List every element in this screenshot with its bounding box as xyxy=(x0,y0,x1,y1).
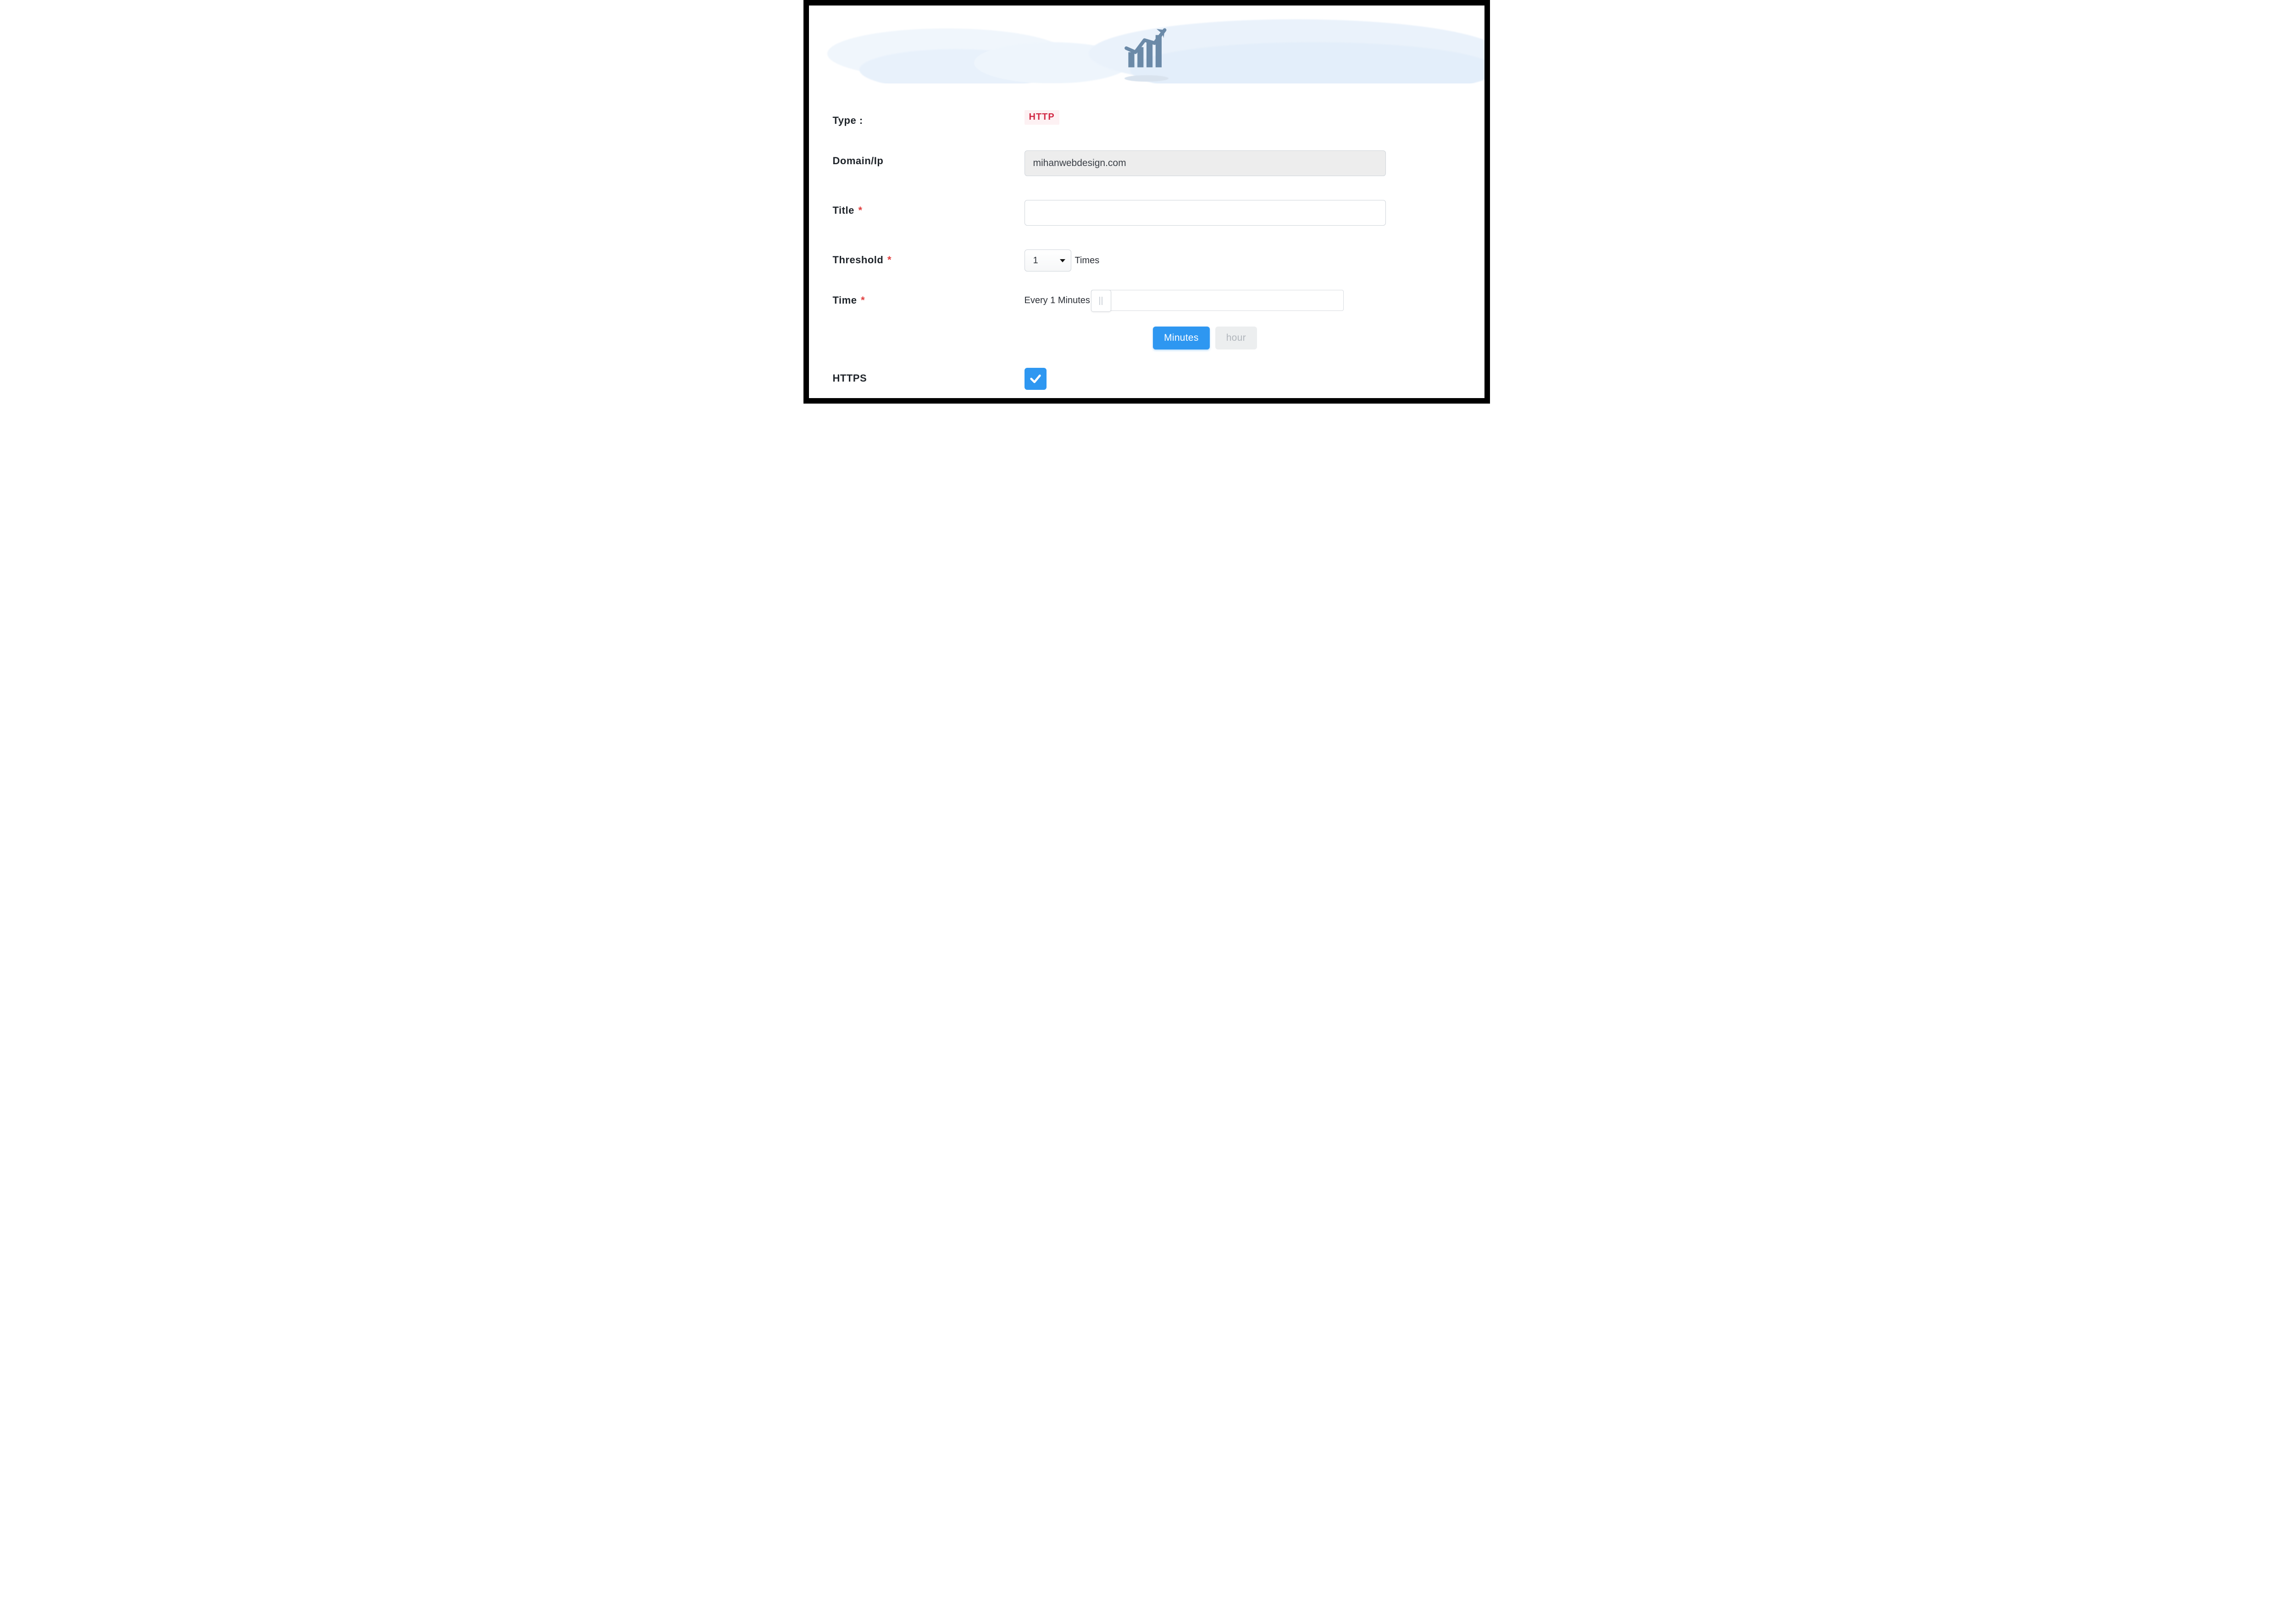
label-threshold: Threshold * xyxy=(833,249,1025,266)
required-mark: * xyxy=(861,294,865,306)
window-frame: Type : HTTP Domain/Ip Title * xyxy=(803,0,1490,404)
check-icon xyxy=(1029,372,1042,385)
row-domain: Domain/Ip xyxy=(833,150,1461,176)
content-area: Type : HTTP Domain/Ip Title * xyxy=(809,6,1484,398)
threshold-value: 1 xyxy=(1033,255,1038,266)
minutes-button[interactable]: Minutes xyxy=(1153,327,1210,349)
threshold-select[interactable]: 1 xyxy=(1025,249,1071,272)
required-mark: * xyxy=(858,205,862,216)
row-https: HTTPS xyxy=(833,368,1461,390)
hour-button[interactable]: hour xyxy=(1215,327,1257,349)
row-title: Title * xyxy=(833,200,1461,226)
label-time: Time * xyxy=(833,290,1025,306)
time-slider[interactable] xyxy=(1091,290,1344,311)
https-checkbox[interactable] xyxy=(1025,368,1047,390)
label-title: Title * xyxy=(833,200,1025,216)
label-title-text: Title xyxy=(833,205,854,216)
monitor-form: Type : HTTP Domain/Ip Title * xyxy=(809,83,1484,390)
label-https: HTTPS xyxy=(833,368,1025,384)
hero-banner xyxy=(809,6,1484,83)
title-input[interactable] xyxy=(1025,200,1386,226)
domain-input xyxy=(1025,150,1386,176)
threshold-suffix: Times xyxy=(1075,255,1100,266)
required-mark: * xyxy=(887,254,892,266)
slider-handle[interactable] xyxy=(1091,290,1111,312)
label-threshold-text: Threshold xyxy=(833,254,884,266)
type-badge: HTTP xyxy=(1025,110,1059,125)
label-domain: Domain/Ip xyxy=(833,150,1025,167)
icon-shadow xyxy=(1124,75,1169,82)
label-time-text: Time xyxy=(833,294,857,306)
growth-chart-icon xyxy=(1121,23,1172,73)
time-interval-text: Every 1 Minutes xyxy=(1025,295,1091,306)
row-time: Time * Every 1 Minutes Minutes xyxy=(833,290,1461,349)
row-threshold: Threshold * 1 Times xyxy=(833,249,1461,272)
label-type: Type : xyxy=(833,110,1025,127)
row-type: Type : HTTP xyxy=(833,110,1461,127)
time-unit-toggle: Minutes hour xyxy=(1025,327,1386,349)
